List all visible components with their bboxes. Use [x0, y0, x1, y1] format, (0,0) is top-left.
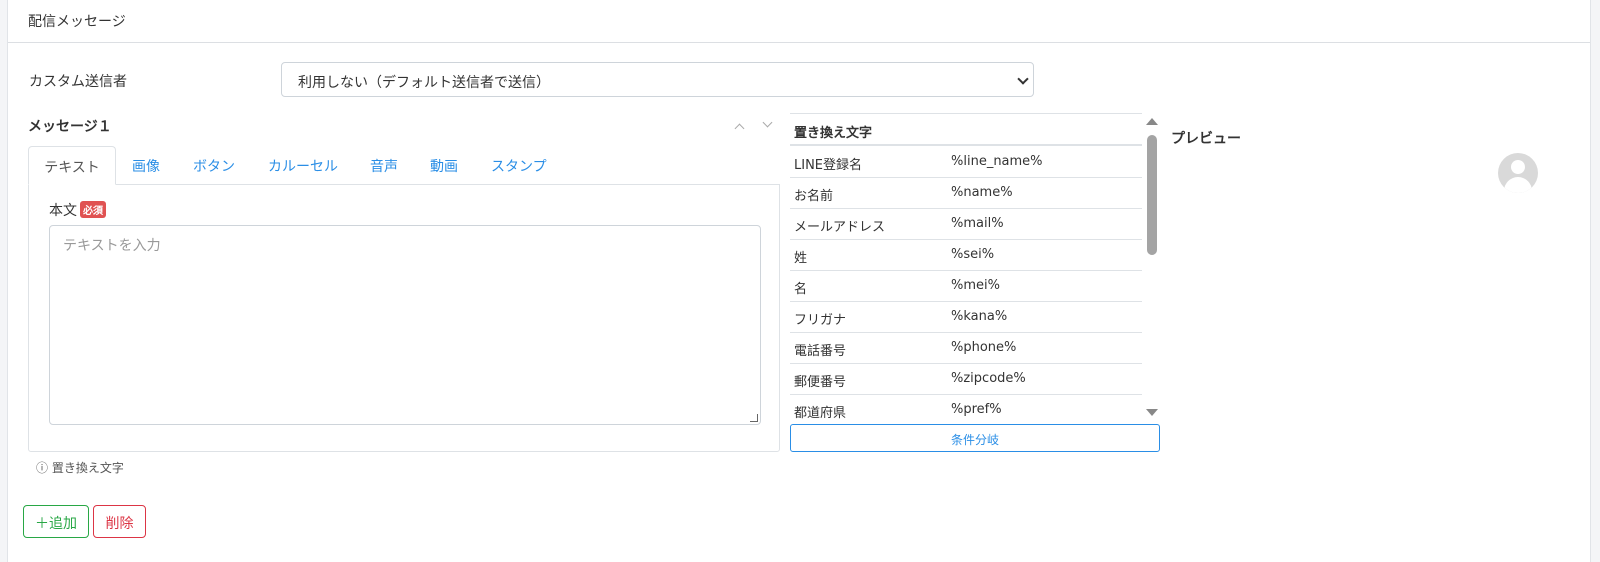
tab-video[interactable]: 動画 [430, 146, 458, 185]
tab-text[interactable]: テキスト [28, 146, 116, 185]
scroll-up-icon[interactable] [1146, 118, 1158, 125]
replacement-hint: ⓘ 置き換え文字 [36, 461, 124, 475]
replacement-value: %zipcode% [951, 371, 1026, 386]
replacement-key: メールアドレス [794, 220, 886, 235]
replacement-key: 電話番号 [794, 344, 847, 359]
tab-carousel[interactable]: カルーセル [268, 146, 338, 185]
replacement-value: %name% [951, 185, 1013, 200]
add-message-button[interactable]: ＋追加 [23, 505, 89, 538]
replacement-scrollbar[interactable] [1145, 117, 1160, 420]
custom-sender-select[interactable]: 利用しない（デフォルト送信者で送信） [281, 62, 1034, 97]
card-header: 配信メッセージ [8, 0, 1590, 43]
replacement-key: 姓 [794, 251, 808, 266]
delivery-message-card: 配信メッセージ カスタム送信者 利用しない（デフォルト送信者で送信） メッセージ… [7, 0, 1591, 562]
tab-sticker[interactable]: スタンプ [491, 146, 547, 185]
body-label: 本文 必須 [49, 200, 106, 220]
avatar-icon [1498, 153, 1538, 193]
custom-sender-selected-value: 利用しない（デフォルト送信者で送信） [298, 75, 550, 91]
replacement-table-header: 置き換え文字 [790, 114, 1142, 146]
replacement-row[interactable]: 郵便番号 %zipcode% [790, 364, 1142, 395]
tab-audio[interactable]: 音声 [370, 146, 398, 185]
tab-image[interactable]: 画像 [132, 146, 160, 185]
body-label-text: 本文 [49, 203, 77, 219]
required-badge: 必須 [80, 201, 106, 218]
scroll-thumb[interactable] [1147, 135, 1157, 255]
replacement-key: フリガナ [794, 313, 847, 328]
replacement-key: 郵便番号 [794, 375, 847, 390]
replacement-row[interactable]: 姓 %sei% [790, 240, 1142, 271]
replacement-key: お名前 [794, 189, 834, 204]
move-down-icon[interactable] [762, 117, 773, 128]
replacement-value: %sei% [951, 247, 995, 262]
conditional-branch-button[interactable]: 条件分岐 [790, 424, 1160, 452]
message-body-textarea[interactable]: テキストを入力 [49, 225, 761, 425]
replacement-value: %mail% [951, 216, 1004, 231]
replacement-key: 名 [794, 282, 808, 297]
resize-handle-icon[interactable] [750, 414, 758, 422]
replacement-table: 置き換え文字 LINE登録名 %line_name% お名前 %name% メールア… [790, 113, 1142, 423]
replacement-value: %phone% [951, 340, 1017, 355]
delete-message-button[interactable]: 削除 [93, 505, 146, 538]
message-type-tabs: テキスト 画像 ボタン カルーセル 音声 動画 スタンプ [28, 146, 780, 185]
replacement-row[interactable]: 都道府県 %pref% [790, 395, 1142, 423]
message-title: メッセージ１ [28, 119, 112, 135]
preview-label: プレビュー [1171, 131, 1241, 147]
scroll-down-icon[interactable] [1146, 409, 1158, 416]
replacement-key: LINE登録名 [794, 158, 863, 173]
replacement-row[interactable]: お名前 %name% [790, 178, 1142, 209]
textarea-placeholder: テキストを入力 [63, 238, 161, 254]
avatar-body [1504, 177, 1532, 193]
replacement-row[interactable]: メールアドレス %mail% [790, 209, 1142, 240]
chevron-down-icon [1017, 73, 1029, 85]
tab-button[interactable]: ボタン [193, 146, 235, 185]
replacement-row[interactable]: 名 %mei% [790, 271, 1142, 302]
custom-sender-label: カスタム送信者 [29, 74, 127, 90]
replacement-value: %mei% [951, 278, 1000, 293]
text-tab-panel: 本文 必須 テキストを入力 [28, 184, 780, 452]
card-title: 配信メッセージ [28, 14, 126, 30]
replacement-row[interactable]: LINE登録名 %line_name% [790, 147, 1142, 178]
replacement-value: %kana% [951, 309, 1008, 324]
move-up-icon[interactable] [734, 123, 745, 134]
replacement-row[interactable]: 電話番号 %phone% [790, 333, 1142, 364]
replacement-value: %line_name% [951, 154, 1043, 169]
replacement-value: %pref% [951, 402, 1002, 417]
replacement-row[interactable]: フリガナ %kana% [790, 302, 1142, 333]
avatar-head [1511, 160, 1525, 174]
replacement-key: 都道府県 [794, 406, 847, 421]
